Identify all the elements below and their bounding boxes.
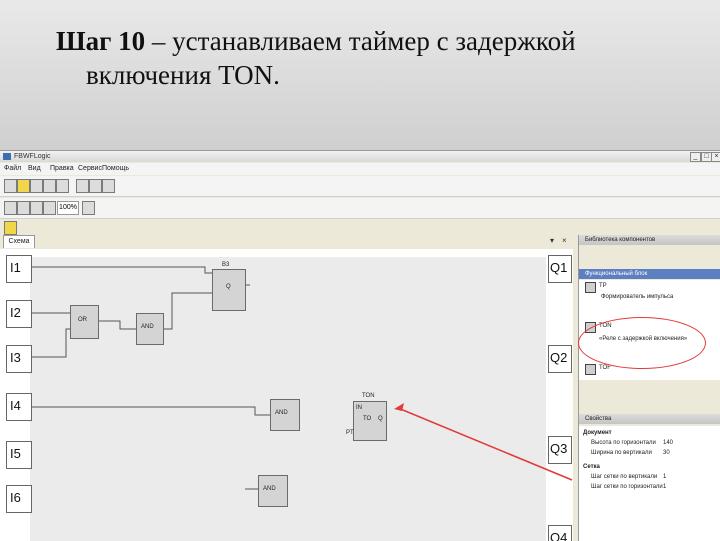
prop-group-grid[interactable]: Сетка bbox=[583, 464, 600, 470]
menu-help[interactable]: Помощь bbox=[102, 163, 129, 175]
paste-icon[interactable] bbox=[102, 179, 115, 193]
prop-height-label: Высота по горизонтали bbox=[591, 440, 656, 446]
block-and-3[interactable]: AND bbox=[258, 475, 288, 507]
prop-width-label: Ширина по вертикали bbox=[591, 450, 652, 456]
item-tof[interactable]: TOF bbox=[599, 365, 611, 371]
annotation-arrow bbox=[397, 407, 573, 481]
align-icon[interactable] bbox=[17, 201, 30, 215]
close-button[interactable]: × bbox=[711, 152, 720, 162]
library-header: Библиотека компонентов bbox=[579, 235, 720, 245]
block-or[interactable]: OR bbox=[70, 305, 99, 339]
copy-icon[interactable] bbox=[89, 179, 102, 193]
wire-and-b3 bbox=[162, 292, 212, 330]
title-line2: включения TON. bbox=[86, 60, 280, 90]
item-tp-desc: Формирователь импульса bbox=[601, 294, 674, 300]
menu-bar: Файл Вид Правка Сервис Помощь bbox=[0, 163, 720, 175]
block-and-1[interactable]: AND bbox=[136, 313, 164, 345]
title-step: Шаг 10 bbox=[56, 26, 146, 56]
menu-edit[interactable]: Правка bbox=[50, 163, 74, 175]
toolbar-main bbox=[0, 176, 720, 197]
block-ton-title: TON bbox=[362, 393, 375, 399]
tof-icon bbox=[585, 364, 596, 375]
wire-i4 bbox=[31, 406, 270, 416]
print-icon[interactable] bbox=[56, 179, 69, 193]
prop-grid-h-value[interactable]: 1 bbox=[663, 484, 666, 490]
wire-i1 bbox=[31, 266, 212, 274]
prop-group-document[interactable]: Документ bbox=[583, 430, 612, 436]
minimize-button[interactable]: _ bbox=[690, 152, 701, 162]
title-text: – устанавливаем таймер с задержкой bbox=[145, 26, 576, 56]
save-all-icon[interactable] bbox=[43, 179, 56, 193]
warning-icon[interactable] bbox=[4, 221, 17, 235]
prop-grid-v-label: Шаг сетки по вертикали bbox=[591, 474, 658, 480]
properties-grid[interactable]: Документ Высота по горизонтали 140 Ширин… bbox=[579, 426, 720, 541]
block-b3[interactable]: Q bbox=[212, 269, 246, 311]
prop-grid-h-label: Шаг сетки по горизонтали bbox=[591, 484, 663, 490]
side-panel: Библиотека компонентов Функциональный бл… bbox=[578, 235, 720, 541]
new-file-icon[interactable] bbox=[4, 179, 17, 193]
tab-schema[interactable]: Схема bbox=[3, 235, 35, 248]
item-tp[interactable]: TP bbox=[599, 283, 607, 289]
prop-grid-v-value[interactable]: 1 bbox=[663, 474, 666, 480]
category-header[interactable]: Функциональный блок bbox=[579, 269, 720, 279]
redo-icon[interactable] bbox=[43, 201, 56, 215]
highlight-ellipse bbox=[578, 317, 706, 369]
block-b3-title: B3 bbox=[222, 262, 230, 268]
wire-or-and bbox=[97, 320, 136, 330]
zoom-in-icon[interactable] bbox=[82, 201, 95, 215]
properties-header: Свойства bbox=[579, 414, 720, 424]
slide-title: Шаг 10 – устанавливаем таймер с задержко… bbox=[56, 24, 676, 92]
prop-width-value[interactable]: 30 bbox=[663, 450, 670, 456]
block-ton[interactable]: IN TO Q PT bbox=[346, 401, 387, 441]
undo-icon[interactable] bbox=[30, 201, 43, 215]
app-title: FBWFLogic bbox=[14, 153, 51, 160]
block-and-2[interactable]: AND bbox=[270, 399, 300, 431]
save-icon[interactable] bbox=[30, 179, 43, 193]
prop-height-value[interactable]: 140 bbox=[663, 440, 673, 446]
wire-i3 bbox=[31, 328, 70, 358]
app-icon bbox=[3, 153, 11, 160]
schema-canvas[interactable]: I1 I2 I3 I4 I5 I6 Q1 Q2 Q3 Q4 B3 Q OR AN… bbox=[0, 249, 573, 541]
grid-icon[interactable] bbox=[4, 201, 17, 215]
menu-file[interactable]: Файл bbox=[4, 163, 21, 175]
zoom-field[interactable]: 100% bbox=[57, 201, 79, 215]
doc-close-icon[interactable]: × bbox=[562, 236, 567, 245]
app-window: FBWFLogic _ □ × Файл Вид Правка Сервис П… bbox=[0, 150, 720, 541]
toolbar-secondary: 100% bbox=[0, 198, 720, 235]
menu-view[interactable]: Вид bbox=[28, 163, 41, 175]
menu-service[interactable]: Сервис bbox=[78, 163, 102, 175]
title-bar: FBWFLogic _ □ × bbox=[0, 151, 720, 162]
cut-icon[interactable] bbox=[76, 179, 89, 193]
open-folder-icon[interactable] bbox=[17, 179, 30, 193]
tp-icon bbox=[585, 282, 596, 293]
doc-pin-icon[interactable]: ▾ bbox=[550, 236, 554, 245]
